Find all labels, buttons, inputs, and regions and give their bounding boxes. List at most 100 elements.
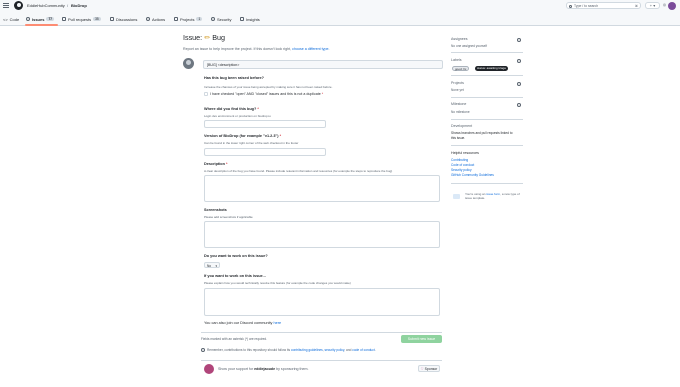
sponsor-bar: Show your support for eddiejaoude by spo… bbox=[201, 360, 442, 376]
sidebar-development-text-2: this issue. bbox=[451, 136, 466, 140]
sidebar-projects-value: None yet bbox=[451, 88, 464, 92]
issue-title-input[interactable]: [BUG] <description> bbox=[203, 60, 443, 69]
sidebar-projects-heading: Projects bbox=[451, 81, 464, 85]
q1-help: Increase the chances of your issue being… bbox=[204, 85, 333, 89]
q4-label: Description * bbox=[204, 162, 227, 166]
page-subtitle: Report an issue to help improve the proj… bbox=[183, 47, 329, 51]
gear-icon[interactable] bbox=[517, 59, 521, 63]
sidebar-milestone-value: No milestone bbox=[451, 110, 470, 114]
breadcrumb-repo[interactable]: BioDrop bbox=[71, 3, 87, 8]
label-good-fix: good: fix bbox=[452, 66, 470, 71]
breadcrumb-owner[interactable]: EddieHubCommunity bbox=[27, 3, 65, 8]
description-textarea[interactable] bbox=[204, 175, 440, 202]
search-input[interactable]: Type / to search ⌘ bbox=[566, 2, 641, 9]
tab-pull-requests-label: Pull requests bbox=[68, 16, 92, 22]
issue-form-text: You're using an issue form, a new type o… bbox=[465, 192, 523, 200]
q7-label: If you want to work on this issue... bbox=[204, 274, 266, 278]
tab-security[interactable]: Security bbox=[211, 15, 231, 23]
command-palette-icon: ⌘ bbox=[635, 4, 638, 8]
author-avatar bbox=[183, 58, 194, 69]
sidebar-milestone-heading: Milestone bbox=[451, 102, 467, 106]
tab-pull-requests[interactable]: Pull requests 35 bbox=[62, 15, 101, 23]
discussions-icon bbox=[110, 17, 114, 21]
tab-security-label: Security bbox=[217, 16, 232, 22]
title-prefix: Issue: bbox=[183, 33, 205, 42]
resource-link-community-guidelines[interactable]: GitHub Community Guidelines bbox=[451, 173, 494, 177]
create-new-button[interactable]: + ▾ bbox=[645, 2, 660, 9]
tab-issues[interactable]: Issues 77 bbox=[26, 15, 54, 23]
sponsor-name: eddiejaoude bbox=[254, 367, 276, 371]
gear-icon[interactable] bbox=[517, 38, 521, 42]
code-icon: <> bbox=[3, 16, 8, 22]
sponsor-avatar bbox=[204, 364, 214, 374]
issue-form-link[interactable]: issue form bbox=[486, 192, 500, 196]
label-awaiting-triage: status: awaiting triage bbox=[475, 66, 509, 71]
work-on-issue-select[interactable]: No ▾ bbox=[204, 262, 220, 268]
issue-form-illustration-icon bbox=[453, 194, 460, 199]
table-icon bbox=[174, 17, 178, 21]
code-of-conduct-link[interactable]: code of conduct bbox=[352, 348, 375, 352]
sponsor-button-label: Sponsor bbox=[424, 367, 438, 371]
pull-requests-count: 35 bbox=[93, 16, 101, 22]
bug-location-input[interactable] bbox=[204, 120, 326, 128]
q1-checkbox-text: I have checked "open" AND "closed" issue… bbox=[210, 92, 321, 96]
submit-issue-button[interactable]: Submit new issue bbox=[401, 335, 442, 343]
sidebar-assignees-value: No one assigned yourself bbox=[451, 44, 487, 48]
sidebar-divider bbox=[451, 119, 523, 120]
sidebar-divider bbox=[451, 97, 523, 98]
info-icon bbox=[201, 348, 205, 352]
choose-different-type-link[interactable]: choose a different type. bbox=[292, 47, 329, 51]
q2-label: Where did you find this bug? * bbox=[204, 107, 259, 111]
tab-insights[interactable]: Insights bbox=[240, 15, 260, 23]
menu-icon[interactable] bbox=[3, 3, 9, 8]
q6-label: Do you want to work on this issue? bbox=[204, 254, 268, 258]
title-text: Bug bbox=[210, 33, 226, 42]
form-divider bbox=[201, 332, 442, 333]
security-policy-link[interactable]: security policy bbox=[325, 348, 345, 352]
tab-discussions[interactable]: Discussions bbox=[110, 15, 137, 23]
version-input[interactable] bbox=[204, 148, 326, 156]
resource-link-contributing[interactable]: Contributing bbox=[451, 158, 468, 162]
resource-link-code-of-conduct[interactable]: Code of conduct bbox=[451, 163, 474, 167]
q4-label-text: Description bbox=[204, 162, 225, 166]
heart-icon: ♡ bbox=[420, 367, 424, 371]
implementation-textarea[interactable] bbox=[204, 288, 440, 316]
sponsor-button[interactable]: ♡ Sponsor bbox=[418, 365, 440, 372]
gear-icon[interactable] bbox=[517, 103, 521, 107]
q4-help: A clear description of the bug you have … bbox=[204, 169, 393, 173]
sidebar-divider bbox=[451, 145, 523, 146]
issues-icon[interactable]: ◎ bbox=[662, 2, 667, 9]
subtitle-text: Report an issue to help improve the proj… bbox=[183, 47, 293, 51]
github-logo-icon[interactable] bbox=[14, 1, 23, 10]
contribution-reminder: Remember, contributions to this reposito… bbox=[201, 348, 376, 352]
gear-icon[interactable] bbox=[517, 82, 521, 86]
issues-count: 77 bbox=[46, 16, 54, 22]
user-avatar[interactable] bbox=[668, 2, 676, 10]
sponsor-text: Show your support for eddiejaoude by spo… bbox=[218, 367, 309, 371]
q2-label-text: Where did you find this bug? bbox=[204, 107, 257, 111]
page-title: Issue: ✏ Bug bbox=[183, 33, 225, 42]
not-duplicate-checkbox[interactable] bbox=[204, 92, 208, 96]
tab-code[interactable]: <> Code bbox=[3, 15, 19, 23]
active-tab-indicator bbox=[25, 24, 58, 26]
screenshots-textarea[interactable] bbox=[204, 221, 440, 248]
q2-help: Login dev environment or production on b… bbox=[204, 114, 271, 118]
discord-note: You can also join our Discord community … bbox=[204, 321, 281, 325]
required-marker: * bbox=[225, 162, 228, 166]
sponsor-suffix: by sponsoring them. bbox=[275, 367, 309, 371]
sidebar-divider bbox=[451, 75, 523, 76]
remember-prefix: Remember, contributions to this reposito… bbox=[207, 348, 291, 352]
q5-help: Please add screenshots if applicable bbox=[204, 215, 253, 219]
tab-actions[interactable]: Actions bbox=[146, 15, 165, 23]
sidebar-development-heading: Development bbox=[451, 124, 473, 128]
contributing-guidelines-link[interactable]: contributing guidelines bbox=[291, 348, 323, 352]
discord-link[interactable]: here bbox=[274, 321, 282, 325]
resource-link-security-policy[interactable]: Security policy bbox=[451, 168, 472, 172]
issue-form-note: You're using an issue form, a new type o… bbox=[451, 190, 523, 204]
required-note: Fields marked with an asterisk (*) are r… bbox=[201, 337, 268, 341]
tab-projects-label: Projects bbox=[180, 16, 195, 22]
tab-projects[interactable]: Projects 1 bbox=[174, 15, 203, 23]
sidebar-divider bbox=[451, 183, 523, 184]
sidebar-resources-heading: Helpful resources bbox=[451, 151, 479, 155]
required-marker: * bbox=[321, 92, 324, 96]
